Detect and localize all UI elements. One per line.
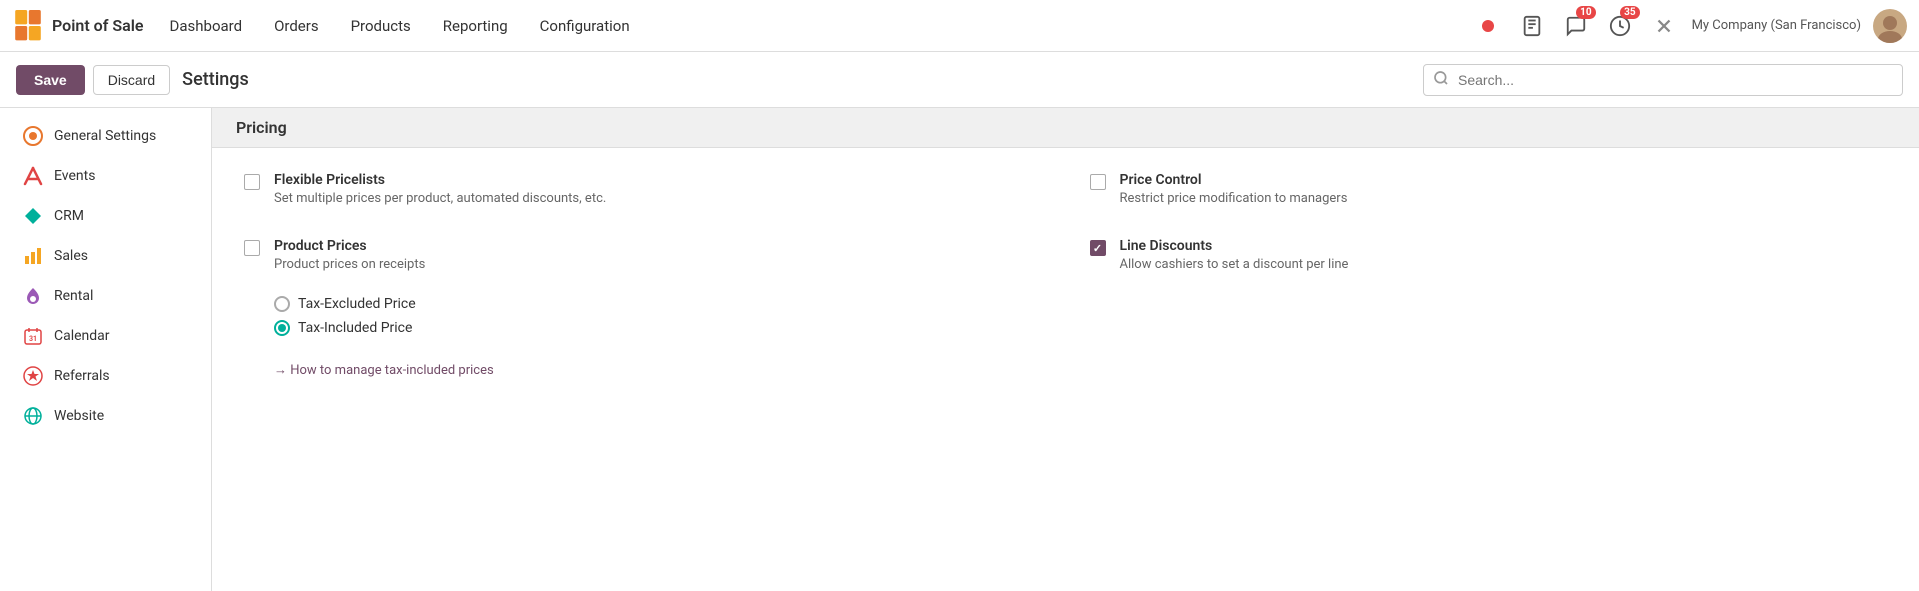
price-control-desc: Restrict price modification to managers — [1120, 191, 1348, 206]
product-prices-text: Product Prices Product prices on receipt… — [274, 238, 425, 272]
sidebar-label-referrals: Referrals — [54, 368, 110, 384]
app-logo[interactable]: Point of Sale — [12, 10, 144, 42]
product-prices-label: Product Prices — [274, 238, 425, 254]
nav-products[interactable]: Products — [337, 11, 425, 41]
sidebar-item-calendar[interactable]: 31 Calendar — [6, 316, 205, 356]
chat-badge: 10 — [1576, 6, 1595, 19]
tax-info-link[interactable]: → How to manage tax-included prices — [274, 362, 494, 378]
tax-radio-group: Tax-Excluded Price Tax-Included Price — [274, 296, 416, 336]
save-button[interactable]: Save — [16, 65, 85, 95]
tax-included-label: Tax-Included Price — [298, 320, 412, 336]
product-prices-header: Product Prices Product prices on receipt… — [244, 238, 425, 272]
sidebar-label-general-settings: General Settings — [54, 128, 156, 144]
sidebar-item-sales[interactable]: Sales — [6, 236, 205, 276]
product-prices-desc: Product prices on receipts — [274, 257, 425, 272]
search-icon — [1433, 70, 1449, 90]
price-control-checkbox[interactable] — [1090, 174, 1106, 190]
nav-reporting[interactable]: Reporting — [429, 11, 522, 41]
toolbar: Save Discard Settings — [0, 52, 1919, 108]
line-discounts-checkbox[interactable] — [1090, 240, 1106, 256]
line-discounts-desc: Allow cashiers to set a discount per lin… — [1120, 257, 1349, 272]
sidebar-item-website[interactable]: Website — [6, 396, 205, 436]
sales-icon — [22, 245, 44, 267]
radio-tax-included[interactable]: Tax-Included Price — [274, 320, 416, 336]
sidebar-label-rental: Rental — [54, 288, 93, 304]
company-name[interactable]: My Company (San Francisco) — [1692, 18, 1861, 33]
tax-excluded-label: Tax-Excluded Price — [298, 296, 416, 312]
sidebar-item-crm[interactable]: CRM — [6, 196, 205, 236]
line-discounts-label: Line Discounts — [1120, 238, 1349, 254]
rental-icon — [22, 285, 44, 307]
status-dot[interactable] — [1472, 10, 1504, 42]
flexible-pricelists-label: Flexible Pricelists — [274, 172, 606, 188]
search-input[interactable] — [1423, 64, 1903, 96]
section-pricing-header: Pricing — [212, 108, 1919, 148]
tax-excluded-radio-outer — [274, 296, 290, 312]
tax-included-radio-outer — [274, 320, 290, 336]
activity-badge: 35 — [1620, 6, 1639, 19]
svg-text:31: 31 — [29, 335, 37, 343]
events-icon — [22, 165, 44, 187]
activity-icon-btn[interactable]: 35 — [1604, 10, 1636, 42]
sidebar-label-events: Events — [54, 168, 95, 184]
page-title: Settings — [182, 69, 249, 90]
close-icon-btn[interactable] — [1648, 10, 1680, 42]
search-container — [1423, 64, 1903, 96]
flexible-pricelists-text: Flexible Pricelists Set multiple prices … — [274, 172, 606, 206]
settings-grid: Flexible Pricelists Set multiple prices … — [212, 148, 1919, 402]
sidebar-label-calendar: Calendar — [54, 328, 110, 344]
price-control-text: Price Control Restrict price modificatio… — [1120, 172, 1348, 206]
pos-logo-icon — [12, 10, 44, 42]
calendar-icon: 31 — [22, 325, 44, 347]
website-icon — [22, 405, 44, 427]
online-status-icon — [1482, 20, 1494, 32]
radio-tax-excluded[interactable]: Tax-Excluded Price — [274, 296, 416, 312]
sidebar-label-sales: Sales — [54, 248, 88, 264]
discard-button[interactable]: Discard — [93, 65, 170, 95]
setting-flexible-pricelists: Flexible Pricelists Set multiple prices … — [244, 172, 1042, 206]
sidebar-item-rental[interactable]: Rental — [6, 276, 205, 316]
flexible-pricelists-desc: Set multiple prices per product, automat… — [274, 191, 606, 206]
user-avatar[interactable] — [1873, 9, 1907, 43]
setting-price-control: Price Control Restrict price modificatio… — [1090, 172, 1888, 206]
close-icon — [1653, 15, 1675, 37]
sidebar-label-website: Website — [54, 408, 104, 424]
setting-line-discounts: Line Discounts Allow cashiers to set a d… — [1090, 238, 1888, 378]
price-control-label: Price Control — [1120, 172, 1348, 188]
line-discounts-text: Line Discounts Allow cashiers to set a d… — [1120, 238, 1349, 272]
flexible-pricelists-checkbox[interactable] — [244, 174, 260, 190]
support-icon-btn[interactable] — [1516, 10, 1548, 42]
sidebar-label-crm: CRM — [54, 208, 84, 224]
avatar-image — [1873, 9, 1907, 43]
nav-icon-group: 10 35 My Company (San Francisco) — [1472, 9, 1907, 43]
sidebar: General Settings Events CRM — [0, 108, 212, 591]
tax-included-radio-inner — [278, 324, 286, 332]
nav-dashboard[interactable]: Dashboard — [156, 11, 257, 41]
section-title: Pricing — [236, 118, 287, 137]
crm-icon — [22, 205, 44, 227]
phone-icon — [1521, 15, 1543, 37]
settings-content: Pricing Flexible Pricelists Set multiple… — [212, 108, 1919, 591]
referrals-icon — [22, 365, 44, 387]
sidebar-item-events[interactable]: Events — [6, 156, 205, 196]
setting-product-prices: Product Prices Product prices on receipt… — [244, 238, 1042, 378]
chat-icon-btn[interactable]: 10 — [1560, 10, 1592, 42]
main-layout: General Settings Events CRM — [0, 108, 1919, 591]
tax-info-link-text: → How to manage tax-included prices — [274, 362, 494, 378]
top-navigation: Point of Sale Dashboard Orders Products … — [0, 0, 1919, 52]
sidebar-item-general-settings[interactable]: General Settings — [6, 116, 205, 156]
nav-orders[interactable]: Orders — [260, 11, 333, 41]
app-name: Point of Sale — [52, 16, 144, 35]
nav-configuration[interactable]: Configuration — [526, 11, 644, 41]
product-prices-checkbox[interactable] — [244, 240, 260, 256]
general-settings-icon — [22, 125, 44, 147]
sidebar-item-referrals[interactable]: Referrals — [6, 356, 205, 396]
